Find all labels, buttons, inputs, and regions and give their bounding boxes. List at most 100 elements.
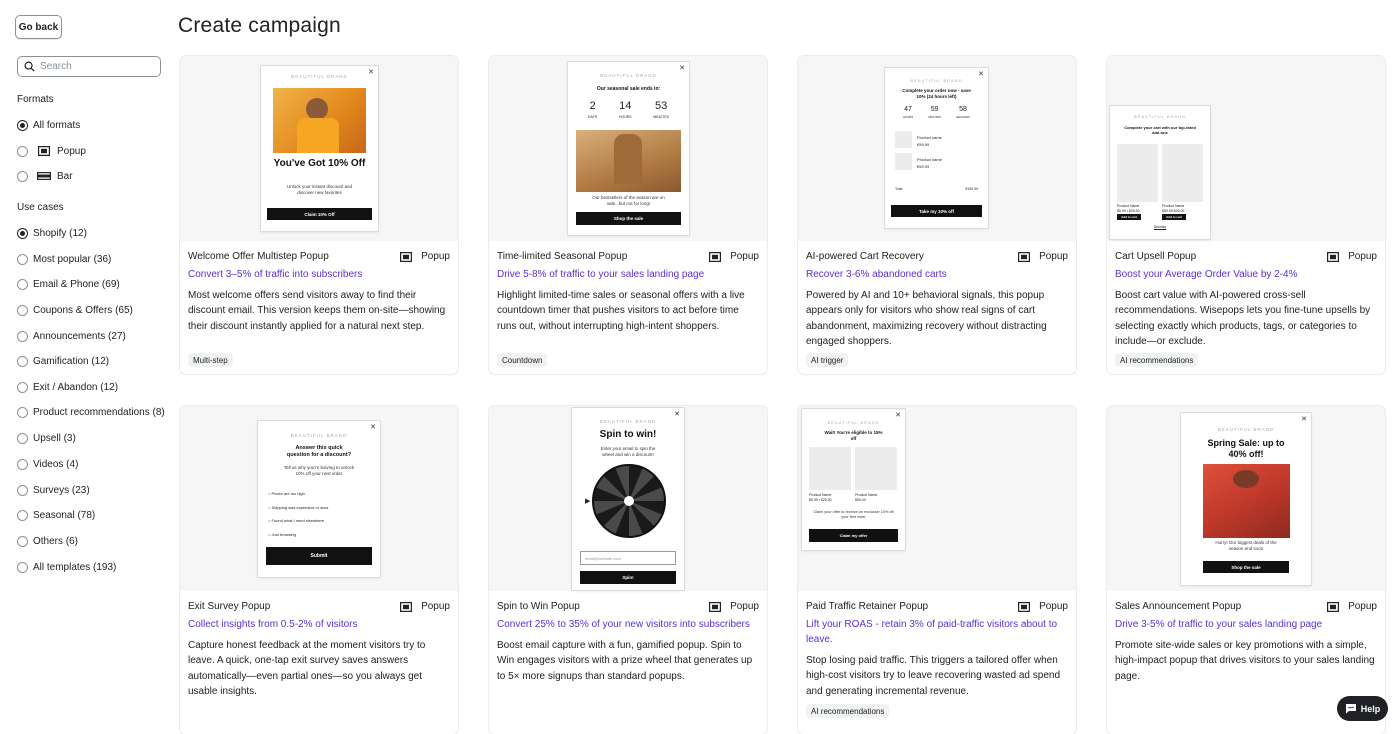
format-option-bar[interactable]: Bar [17, 168, 73, 184]
template-card[interactable]: BEAUTIFUL BRAND Complete your cart with … [1107, 56, 1385, 374]
radio-button[interactable] [17, 170, 28, 182]
preview-button: Claim my offer [809, 529, 898, 542]
use-case-option[interactable]: All templates (193) [17, 559, 116, 575]
search-input[interactable] [40, 61, 150, 72]
use-case-label: Upsell (3) [33, 432, 76, 444]
use-case-option[interactable]: Product recommendations (8) [17, 404, 165, 420]
use-case-option[interactable]: Announcements (27) [17, 328, 126, 344]
use-case-option[interactable]: Most popular (36) [17, 251, 111, 267]
radio-button[interactable] [17, 355, 28, 367]
card-header: Cart Upsell Popup Popup [1115, 251, 1377, 262]
template-card[interactable]: ✕ BEAUTIFUL BRAND Answer this quick ques… [180, 406, 458, 734]
countdown-minutes: 59 [930, 106, 939, 113]
template-preview[interactable]: ✕ BEAUTIFUL BRAND Spin to win! Enter you… [489, 406, 767, 591]
dismiss-link: Dismiss [1153, 225, 1167, 229]
radio-button[interactable] [17, 304, 28, 316]
template-card[interactable]: ✕ BEAUTIFUL BRAND Spring Sale: up to 40%… [1107, 406, 1385, 734]
preview-body: Enter your email to spin the wheel and w… [600, 446, 656, 457]
popup-preview: ✕ BEAUTIFUL BRAND Wait! You're eligible … [802, 409, 905, 550]
use-case-option[interactable]: Surveys (23) [17, 482, 90, 498]
survey-option-label: Prices are too high [271, 491, 305, 496]
radio-button[interactable] [17, 458, 28, 470]
use-case-label: Most popular (36) [33, 253, 112, 265]
preview-button: Spin! [580, 571, 676, 584]
use-case-option[interactable]: Email & Phone (69) [17, 276, 120, 292]
use-case-label: Surveys (23) [33, 484, 90, 496]
radio-button[interactable] [17, 119, 28, 131]
countdown-unit: HOURS [618, 115, 632, 119]
template-preview[interactable]: ✕ BEAUTIFUL BRAND You've Got 10% Off Unl… [180, 56, 458, 241]
use-case-option[interactable]: Shopify (12) [17, 225, 87, 241]
popup-icon [399, 251, 413, 262]
card-subtitle: Drive 3-5% of traffic to your sales land… [1115, 619, 1323, 630]
preview-brand: BEAUTIFUL BRAND [290, 433, 348, 438]
template-card[interactable]: ✕ BEAUTIFUL BRAND You've Got 10% Off Unl… [180, 56, 458, 374]
template-preview[interactable]: ✕ BEAUTIFUL BRAND Our seasonal sale ends… [489, 56, 767, 241]
radio-button[interactable] [17, 561, 28, 573]
template-card[interactable]: ✕ BEAUTIFUL BRAND Wait! You're eligible … [798, 406, 1076, 734]
format-option-all[interactable]: All formats [17, 117, 80, 133]
countdown-unit: SECONDS [956, 115, 970, 119]
product-price: $5.99 • $25.00 [809, 498, 832, 502]
radio-button[interactable] [17, 509, 28, 521]
format-label: Popup [730, 251, 759, 262]
template-card[interactable]: ✕ BEAUTIFUL BRAND Our seasonal sale ends… [489, 56, 767, 374]
template-preview[interactable]: ✕ BEAUTIFUL BRAND Complete your order no… [798, 56, 1076, 241]
prize-wheel [592, 464, 666, 538]
format-label: Popup [1039, 251, 1068, 262]
template-card[interactable]: ✕ BEAUTIFUL BRAND Complete your order no… [798, 56, 1076, 374]
radio-button[interactable] [17, 406, 28, 418]
template-preview[interactable]: ✕ BEAUTIFUL BRAND Wait! You're eligible … [798, 406, 1076, 591]
format-option-popup[interactable]: Popup [17, 143, 86, 159]
radio-button[interactable] [17, 227, 28, 239]
card-title: Sales Announcement Popup [1115, 601, 1242, 612]
template-card[interactable]: ✕ BEAUTIFUL BRAND Spin to win! Enter you… [489, 406, 767, 734]
product-image [1117, 144, 1158, 202]
radio-button[interactable] [17, 484, 28, 496]
radio-button[interactable] [17, 432, 28, 444]
use-cases-heading: Use cases [17, 202, 64, 213]
countdown-unit: MINUTES [928, 115, 941, 119]
preview-headline: Our seasonal sale ends in: [596, 86, 661, 92]
radio-button[interactable] [17, 253, 28, 265]
preview-body: Hurry! Our biggest deals of the season e… [1215, 540, 1277, 551]
feature-chip: Multi-step [188, 353, 233, 367]
template-preview[interactable]: ✕ BEAUTIFUL BRAND Spring Sale: up to 40%… [1107, 406, 1385, 591]
template-preview[interactable]: ✕ BEAUTIFUL BRAND Answer this quick ques… [180, 406, 458, 591]
card-subtitle: Collect insights from 0.5-2% of visitors [188, 619, 358, 630]
use-case-option[interactable]: Upsell (3) [17, 430, 76, 446]
use-case-label: Announcements (27) [33, 330, 126, 342]
sidebar: Formats All formats Popup Bar Use cases … [0, 0, 170, 734]
format-tag: Popup [1017, 601, 1068, 612]
use-case-option[interactable]: Seasonal (78) [17, 507, 95, 523]
card-header: Time-limited Seasonal Popup Popup [497, 251, 759, 262]
search-field[interactable] [17, 56, 161, 77]
radio-button[interactable] [17, 381, 28, 393]
product-info: Product Name $50.00 [855, 493, 877, 503]
use-case-option[interactable]: Coupons & Offers (65) [17, 302, 133, 318]
product-price: $50.00 [855, 498, 866, 502]
preview-brand: BEAUTIFUL BRAND [1134, 114, 1186, 119]
popup-icon [708, 601, 722, 612]
radio-button[interactable] [17, 145, 28, 157]
countdown-hours: 14 [619, 100, 632, 112]
close-icon: ✕ [895, 412, 901, 419]
radio-button[interactable] [17, 535, 28, 547]
use-case-option[interactable]: Others (6) [17, 533, 78, 549]
format-label: Popup [1348, 251, 1377, 262]
use-case-option[interactable]: Videos (4) [17, 456, 78, 472]
popup-icon [37, 146, 51, 156]
preview-headline: Complete your order now - save 10% (24 h… [902, 88, 971, 99]
use-case-option[interactable]: Exit / Abandon (12) [17, 379, 118, 395]
add-to-cart-button: Add to cart [1117, 214, 1141, 220]
product-price: €59.99 [917, 164, 930, 169]
popup-icon [1326, 601, 1340, 612]
radio-button[interactable] [17, 330, 28, 342]
countdown-minutes: 53 [654, 100, 668, 112]
product-name: Product name [917, 135, 942, 140]
template-preview[interactable]: BEAUTIFUL BRAND Complete your cart with … [1107, 56, 1385, 241]
help-button[interactable]: Help [1337, 696, 1388, 721]
use-case-option[interactable]: Gamification (12) [17, 353, 109, 369]
card-subtitle: Boost your Average Order Value by 2-4% [1115, 269, 1298, 280]
radio-button[interactable] [17, 278, 28, 290]
